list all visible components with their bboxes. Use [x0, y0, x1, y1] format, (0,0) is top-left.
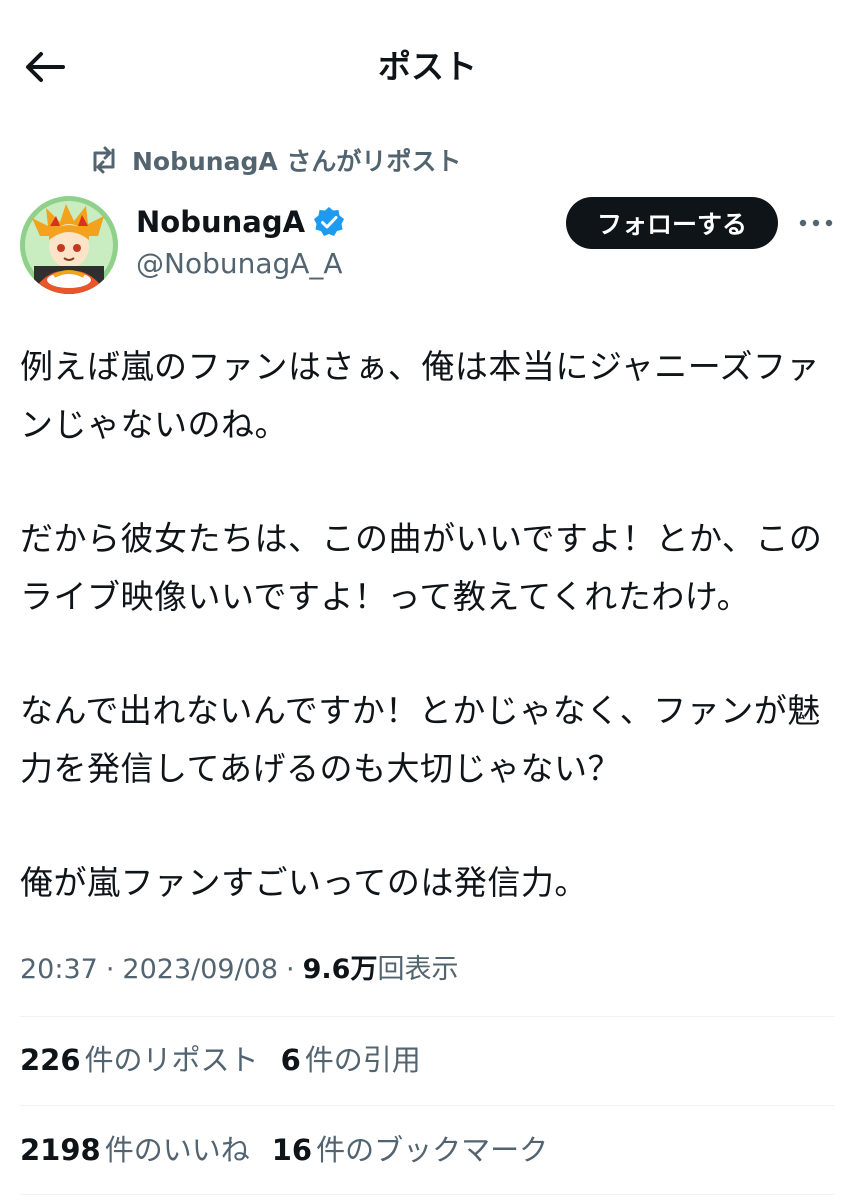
post-paragraph: 例えば嵐のファンはさぁ、俺は本当にジャニーズファンじゃないのね。	[20, 347, 821, 444]
avatar[interactable]	[20, 196, 118, 294]
engagement-row: 226 件のリポスト 6 件の引用	[20, 1038, 421, 1082]
divider	[20, 1105, 835, 1106]
like-count[interactable]: 2198 件のいいね	[20, 1128, 250, 1172]
view-count-number: 9.6万	[302, 954, 378, 985]
author-name: NobunagA	[136, 205, 306, 239]
post-text: 例えば嵐のファンはさぁ、俺は本当にジャニーズファンじゃないのね。 だから彼女たち…	[20, 338, 840, 968]
meta-separator: ·	[105, 954, 115, 985]
quote-count-number: 6	[280, 1043, 301, 1077]
bookmark-count[interactable]: 16 件のブックマーク	[272, 1128, 548, 1172]
quote-count[interactable]: 6 件の引用	[281, 1038, 421, 1082]
repost-count-number: 226	[20, 1043, 81, 1077]
meta-separator: ·	[286, 954, 295, 985]
top-bar: ポスト	[0, 0, 855, 135]
post-paragraph: なんで出れないんですか！とかじゃなく、ファンが魅力を発信してあげるのも大切じゃな…	[20, 691, 821, 788]
post-time[interactable]: 20:37	[20, 948, 98, 992]
engagement-row: 2198 件のいいね 16 件のブックマーク	[20, 1128, 548, 1172]
repost-count-label: 件のリポスト	[84, 1043, 259, 1077]
repost-context-text: NobunagA さんがリポスト	[132, 147, 462, 176]
verified-badge-icon	[314, 207, 345, 236]
divider	[20, 1016, 835, 1017]
more-options-button[interactable]	[796, 208, 836, 238]
divider	[20, 1194, 835, 1195]
like-count-label: 件のいいね	[104, 1133, 250, 1167]
post-detail-page: ポスト NobunagA さんがリポスト NobunagA @NobunagA_…	[0, 0, 855, 1200]
post-meta: 20:37 · 2023/09/08 · 9.6万回表示	[20, 948, 458, 992]
repost-context[interactable]: NobunagA さんがリポスト	[88, 141, 461, 179]
post-paragraph: だから彼女たちは、この曲がいいですよ！とか、このライブ映像いいですよ！って教えて…	[20, 519, 823, 616]
bookmark-count-label: 件のブックマーク	[316, 1133, 549, 1167]
post-date[interactable]: 2023/09/08	[122, 948, 278, 992]
post-paragraph: 俺が嵐ファンすごいってのは発信力。	[20, 863, 588, 902]
like-count-number: 2198	[20, 1133, 101, 1167]
quote-count-label: 件の引用	[304, 1043, 421, 1077]
page-title: ポスト	[378, 47, 477, 86]
more-icon	[799, 219, 833, 227]
repost-count[interactable]: 226 件のリポスト	[20, 1038, 259, 1082]
author-handle[interactable]: @NobunagA_A	[136, 245, 343, 283]
view-count[interactable]: 9.6万回表示	[303, 948, 459, 992]
repost-icon	[93, 146, 115, 174]
author-name-row[interactable]: NobunagA	[136, 202, 345, 242]
follow-button[interactable]: フォローする	[566, 197, 778, 249]
view-count-label: 回表示	[377, 954, 459, 985]
bookmark-count-number: 16	[271, 1133, 313, 1167]
